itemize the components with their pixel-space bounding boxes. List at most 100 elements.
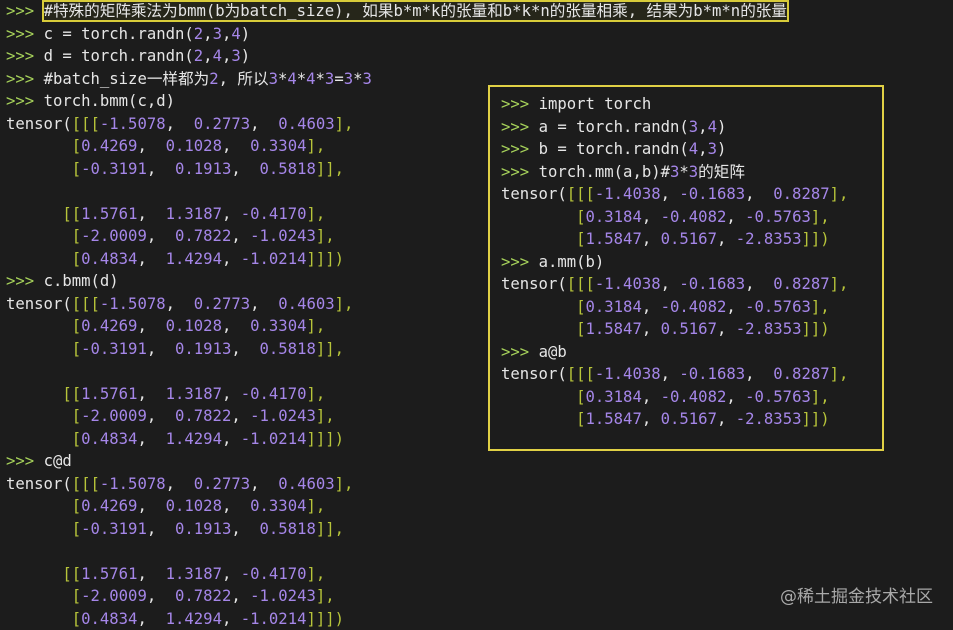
text-span: torch.mm(a,b)# xyxy=(539,163,670,181)
prompt: >>> xyxy=(6,92,44,110)
blank-line xyxy=(6,540,953,563)
bracket: ]]]) xyxy=(306,430,344,448)
bracket: ]]) xyxy=(801,410,829,428)
text-span: 3 xyxy=(689,118,698,136)
value: -1.0214 xyxy=(241,250,307,268)
bracket: [ xyxy=(72,430,81,448)
bracket: [ xyxy=(72,340,81,358)
value: 0.4834 xyxy=(81,610,137,628)
value: 0.1913 xyxy=(175,520,231,538)
text-span: a@b xyxy=(539,343,567,361)
value: 0.1028 xyxy=(166,137,222,155)
tensor-row: tensor([[[-1.4038, -0.1683, 0.8287], xyxy=(501,273,882,296)
value: -1.5078 xyxy=(100,475,166,493)
value: 0.3304 xyxy=(250,497,306,515)
bracket: [ xyxy=(586,275,595,293)
bracket: [ xyxy=(576,298,585,316)
value: 0.4269 xyxy=(81,137,137,155)
prompt: >>> xyxy=(501,140,539,158)
value: -2.0009 xyxy=(81,407,147,425)
value: 0.2773 xyxy=(194,295,250,313)
value: -0.5763 xyxy=(745,298,811,316)
value: -0.3191 xyxy=(81,340,147,358)
value: 1.4294 xyxy=(166,250,222,268)
bracket: [ xyxy=(576,230,585,248)
prompt: >>> xyxy=(6,272,44,290)
value: -1.5078 xyxy=(100,115,166,133)
bracket: [ xyxy=(72,407,81,425)
bracket: [[ xyxy=(567,365,586,383)
tensor-label: tensor( xyxy=(501,365,567,383)
text-span: torch.bmm(c,d) xyxy=(44,92,175,110)
value: 0.4603 xyxy=(278,115,334,133)
bracket: [ xyxy=(576,208,585,226)
value: 0.4603 xyxy=(278,295,334,313)
value: 0.4603 xyxy=(278,475,334,493)
value: -0.4082 xyxy=(661,298,727,316)
value: -0.4082 xyxy=(661,208,727,226)
tensor-label: tensor( xyxy=(6,475,72,493)
prompt: >>> xyxy=(6,70,44,88)
text-span: 4 xyxy=(306,70,315,88)
bracket: ], xyxy=(335,295,354,313)
bracket: [ xyxy=(72,497,81,515)
text-span: 4 xyxy=(231,25,240,43)
value: 0.1028 xyxy=(166,317,222,335)
value: 0.8287 xyxy=(773,185,829,203)
value: 0.4834 xyxy=(81,250,137,268)
bracket: [[ xyxy=(62,205,81,223)
value: 1.4294 xyxy=(166,430,222,448)
value: 0.3184 xyxy=(586,208,642,226)
text-span: d = torch.randn( xyxy=(44,47,194,65)
value: -0.3191 xyxy=(81,520,147,538)
value: -0.4082 xyxy=(661,388,727,406)
value: -1.4038 xyxy=(595,275,661,293)
bracket: ], xyxy=(316,407,335,425)
bracket: ], xyxy=(316,227,335,245)
bracket: [ xyxy=(586,185,595,203)
value: -0.5763 xyxy=(745,388,811,406)
text-span: 4 xyxy=(689,140,698,158)
bracket: [ xyxy=(72,317,81,335)
text-span: , xyxy=(698,140,707,158)
command-line: >>> torch.mm(a,b)#3*3的矩阵 xyxy=(501,161,882,184)
prompt: >>> xyxy=(501,343,539,361)
value: -1.0243 xyxy=(250,587,316,605)
value: 0.5818 xyxy=(260,160,316,178)
text-span: 的矩阵 xyxy=(698,163,745,181)
tensor-row: [1.5847, 0.5167, -2.8353]]) xyxy=(501,408,882,431)
text-span: c = torch.randn( xyxy=(44,25,194,43)
text-span: , xyxy=(203,47,212,65)
bracket: [ xyxy=(72,250,81,268)
value: 0.5818 xyxy=(260,340,316,358)
text-span: 3 xyxy=(362,70,371,88)
command-line: >>> a.mm(b) xyxy=(501,251,882,274)
value: 0.2773 xyxy=(194,475,250,493)
value: 0.2773 xyxy=(194,115,250,133)
bracket: [[[ xyxy=(72,115,100,133)
tensor-row: tensor([[[-1.4038, -0.1683, 0.8287], xyxy=(501,183,882,206)
tensor-row: [0.3184, -0.4082, -0.5763], xyxy=(501,296,882,319)
text-span: , 所以 xyxy=(219,70,269,88)
command-line: >>> import torch xyxy=(501,93,882,116)
bracket: [[[ xyxy=(72,295,100,313)
text-span: * xyxy=(278,70,287,88)
value: 0.4834 xyxy=(81,430,137,448)
value: 0.3184 xyxy=(586,298,642,316)
bracket: [[ xyxy=(62,385,81,403)
text-span: * xyxy=(297,70,306,88)
bracket: ], xyxy=(335,115,354,133)
prompt: >>> xyxy=(501,95,539,113)
tensor-label: tensor( xyxy=(6,115,72,133)
tensor-label: tensor( xyxy=(501,185,567,203)
text-span: 3 xyxy=(670,163,679,181)
value: -2.8353 xyxy=(736,320,802,338)
command-line: >>> c@d xyxy=(6,450,953,473)
text-span: , xyxy=(222,47,231,65)
value: 1.5761 xyxy=(81,385,137,403)
bracket: ], xyxy=(830,365,849,383)
prompt: >>> xyxy=(6,25,44,43)
text-span: c@d xyxy=(44,452,72,470)
value: 0.1028 xyxy=(166,497,222,515)
prompt: >>> xyxy=(6,452,44,470)
